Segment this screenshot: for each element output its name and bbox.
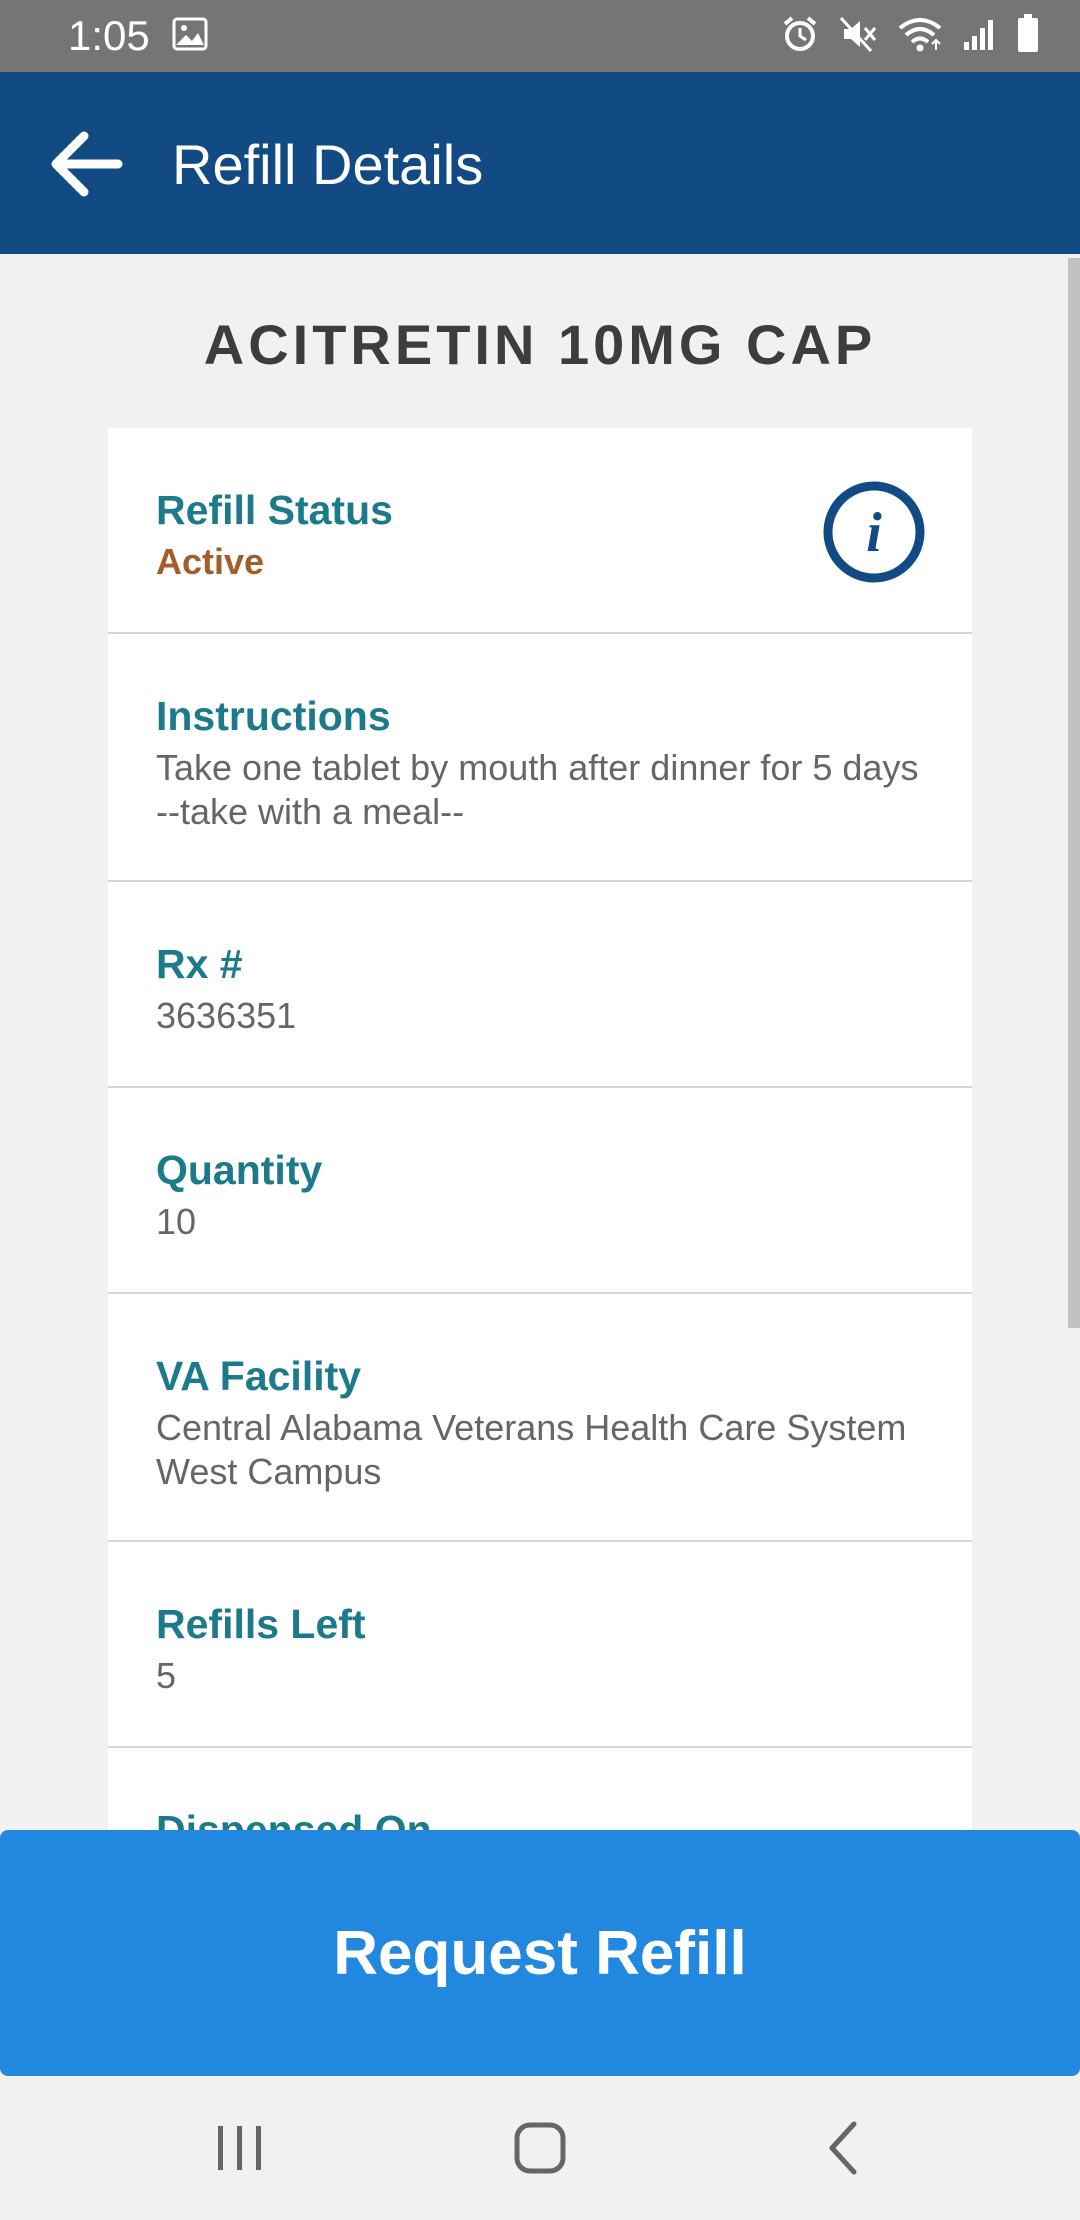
signal-icon: [964, 20, 993, 50]
battery-icon: [1018, 14, 1038, 52]
rx-number-row: Rx # 3636351: [108, 882, 972, 1088]
instructions-row: Instructions Take one tablet by mouth af…: [108, 634, 972, 882]
system-nav-bar: [0, 2076, 1080, 2220]
va-facility-row: VA Facility Central Alabama Veterans Hea…: [108, 1294, 972, 1542]
rx-number-value: 3636351: [156, 995, 297, 1036]
refill-status-row: Refill Status Active i: [108, 428, 972, 634]
va-facility-label: VA Facility: [156, 1353, 362, 1399]
back-icon[interactable]: [816, 2118, 872, 2178]
quantity-label: Quantity: [156, 1147, 323, 1193]
va-facility-value: Central Alabama Veterans Health Care Sys…: [156, 1407, 907, 1492]
refill-status-label: Refill Status: [156, 487, 393, 533]
rx-number-label: Rx #: [156, 941, 243, 987]
instructions-label: Instructions: [156, 693, 391, 739]
alarm-icon: [783, 16, 817, 51]
refills-left-label: Refills Left: [156, 1601, 366, 1647]
status-bar: 1:05: [0, 0, 1080, 72]
refill-details-content[interactable]: ACITRETIN 10MG CAP Refill Status Active …: [0, 254, 1080, 1830]
home-icon[interactable]: [512, 2118, 568, 2178]
mute-icon: [839, 16, 877, 53]
dispensed-on-row: Dispensed On: [108, 1748, 972, 1830]
image-icon: [172, 17, 208, 51]
recent-apps-icon[interactable]: [212, 2118, 268, 2178]
back-arrow-icon[interactable]: [44, 124, 124, 204]
dispensed-on-label: Dispensed On: [156, 1807, 432, 1830]
wifi-icon: [898, 18, 942, 52]
scrollbar[interactable]: [1068, 258, 1080, 1328]
drug-name: ACITRETIN 10MG CAP: [203, 313, 877, 376]
instructions-value: Take one tablet by mouth after dinner fo…: [156, 747, 919, 832]
quantity-value: 10: [156, 1201, 197, 1242]
request-refill-button[interactable]: Request Refill: [0, 1830, 1080, 2076]
details-card: Refill Status Active i Instructions Take…: [108, 428, 972, 1830]
refills-left-row: Refills Left 5: [108, 1542, 972, 1748]
quantity-row: Quantity 10: [108, 1088, 972, 1294]
refills-left-value: 5: [156, 1655, 177, 1696]
svg-text:i: i: [866, 502, 882, 564]
refill-status-value: Active: [156, 541, 265, 582]
app-bar: Refill Details: [0, 72, 1080, 254]
page-title: Refill Details: [172, 133, 484, 196]
status-time: 1:05: [68, 12, 150, 59]
info-icon[interactable]: i: [822, 480, 926, 584]
